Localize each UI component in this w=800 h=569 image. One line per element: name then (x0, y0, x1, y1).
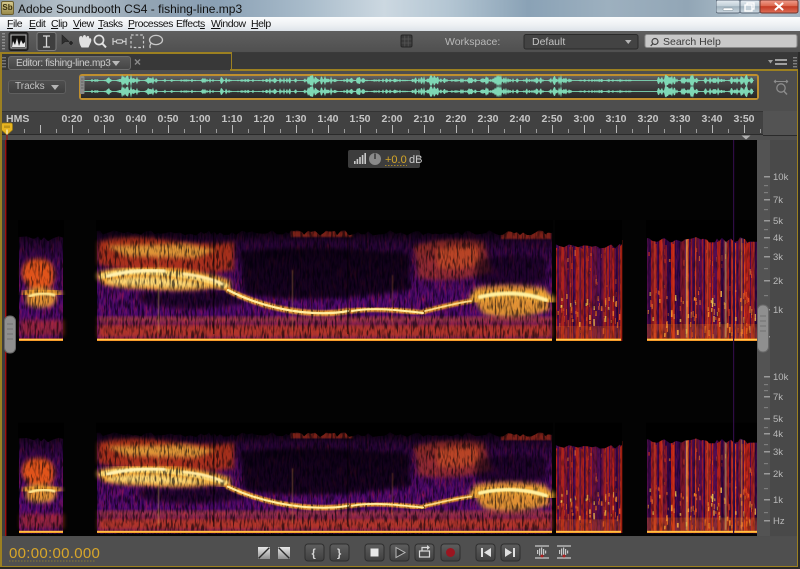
svg-text:7k: 7k (773, 195, 783, 206)
svg-text:1:20: 1:20 (253, 113, 274, 125)
svg-text:4k: 4k (773, 233, 783, 244)
svg-text:Search Help: Search Help (663, 36, 721, 48)
svg-text:0:30: 0:30 (93, 113, 114, 125)
svg-text:1k: 1k (773, 495, 783, 506)
svg-text:}: } (337, 548, 342, 560)
svg-text:4k: 4k (773, 429, 783, 440)
svg-text:0:40: 0:40 (125, 113, 146, 125)
svg-text:3:10: 3:10 (605, 113, 626, 125)
svg-text:1k: 1k (773, 305, 783, 316)
svg-text:3:00: 3:00 (573, 113, 594, 125)
svg-text:1:40: 1:40 (317, 113, 338, 125)
svg-text:Default: Default (532, 36, 565, 48)
svg-text:3k: 3k (773, 447, 783, 458)
svg-text:Hz: Hz (773, 516, 785, 527)
svg-text:2:50: 2:50 (541, 113, 562, 125)
svg-text:1:50: 1:50 (349, 113, 370, 125)
svg-text:7k: 7k (773, 392, 783, 403)
svg-text:10k: 10k (773, 372, 789, 383)
svg-text:3k: 3k (773, 252, 783, 263)
svg-text:1:30: 1:30 (285, 113, 306, 125)
svg-text:5k: 5k (773, 414, 783, 425)
svg-text:2:10: 2:10 (413, 113, 434, 125)
svg-text:2:40: 2:40 (509, 113, 530, 125)
svg-text:1:00: 1:00 (189, 113, 210, 125)
svg-text:0:50: 0:50 (157, 113, 178, 125)
svg-text:2k: 2k (773, 469, 783, 480)
svg-text:2k: 2k (773, 276, 783, 287)
svg-text:+0.0: +0.0 (385, 154, 407, 166)
svg-text:0:20: 0:20 (61, 113, 82, 125)
svg-text:3:20: 3:20 (637, 113, 658, 125)
svg-text:2:30: 2:30 (477, 113, 498, 125)
svg-text:3:30: 3:30 (669, 113, 690, 125)
svg-text:dB: dB (409, 154, 422, 166)
svg-text:5k: 5k (773, 216, 783, 227)
svg-text:Workspace:: Workspace: (445, 36, 500, 48)
svg-text:2:00: 2:00 (381, 113, 402, 125)
svg-text:3:40: 3:40 (701, 113, 722, 125)
svg-text:1:10: 1:10 (221, 113, 242, 125)
svg-text:{: { (312, 548, 317, 560)
svg-text:3:50: 3:50 (733, 113, 754, 125)
svg-text:10k: 10k (773, 172, 789, 183)
svg-text:2:20: 2:20 (445, 113, 466, 125)
